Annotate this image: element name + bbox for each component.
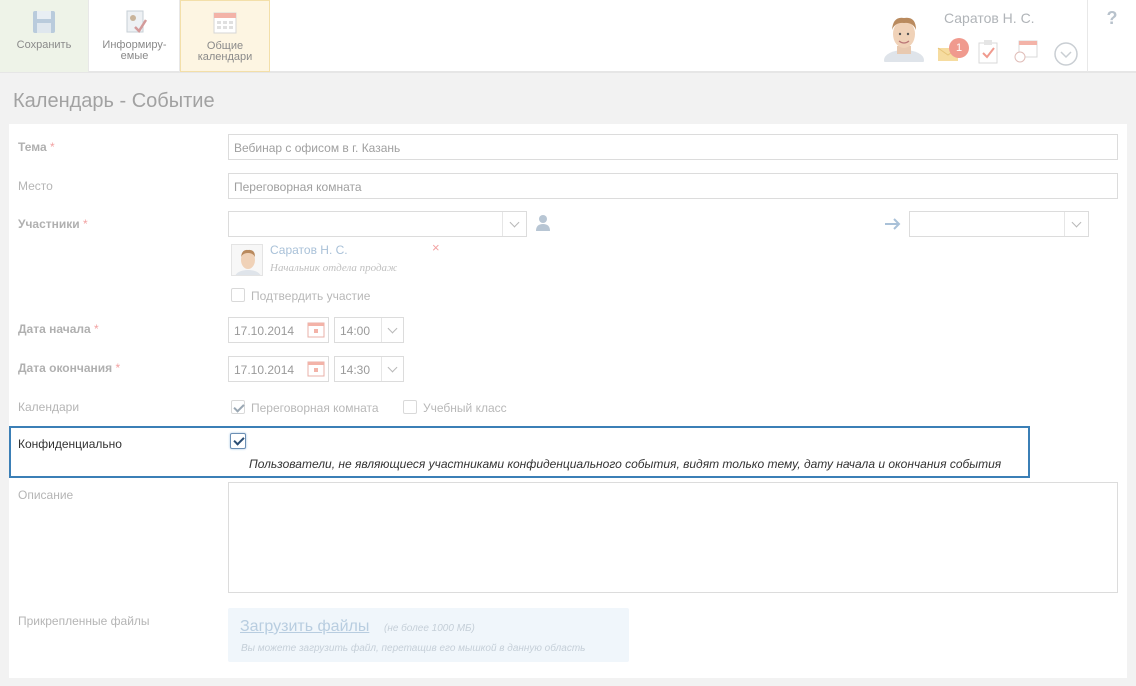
end-date-label: Дата окончания * [18,361,120,375]
user-avatar[interactable] [879,10,929,62]
participants-select[interactable] [228,211,527,237]
start-time-select[interactable]: 14:00 [334,317,404,343]
end-date-label-text: Дата окончания [18,361,113,375]
save-button[interactable]: Сохранить [0,0,89,72]
informed-button[interactable]: Информиру- емые [90,0,180,72]
start-date-input[interactable]: 17.10.2014 [228,317,329,343]
participant-avatar [231,244,263,276]
place-label: Место [18,179,53,193]
start-date-label: Дата начала * [18,322,99,336]
user-name[interactable]: Саратов Н. С. [944,10,1035,26]
required-mark: * [83,217,88,231]
participants-label: Участники * [18,217,88,231]
confirm-participation-checkbox[interactable] [231,288,245,302]
person-icon[interactable] [535,214,551,235]
description-textarea[interactable] [228,482,1118,593]
end-time-select[interactable]: 14:30 [334,356,404,382]
help-button[interactable]: ? [1087,0,1136,72]
remove-participant-icon[interactable]: × [432,240,440,255]
upload-hint: Вы можете загрузить файл, перетащив его … [241,643,586,654]
calendar-icon[interactable] [304,318,328,342]
start-date-value: 17.10.2014 [234,324,295,338]
calendar-icon[interactable] [304,357,328,381]
participants-label-text: Участники [18,217,80,231]
required-mark: * [49,140,55,154]
end-date-value: 17.10.2014 [234,363,295,377]
calendar-classroom-label: Учебный класс [423,401,507,415]
shared-calendars-label-line2: календари [197,51,253,63]
calendar-icon [213,12,237,34]
description-label: Описание [18,488,74,502]
informed-label-line2: емые [120,50,149,62]
task-check-icon[interactable] [977,38,999,67]
chevron-down-icon[interactable] [381,318,403,342]
user-quick-icons: 1 [937,38,1087,70]
participant-role: Начальник отдела продаж [270,262,398,274]
confirm-participation-label: Подтвердить участие [251,289,371,303]
place-input[interactable]: Переговорная комната [228,173,1118,199]
event-form-card [9,124,1127,678]
end-date-input[interactable]: 17.10.2014 [228,356,329,382]
notification-badge: 1 [949,38,969,58]
required-mark: * [115,361,121,375]
arrow-right-icon[interactable] [884,216,902,235]
subject-label: Тема * [18,140,55,154]
chevron-down-icon[interactable] [1064,212,1088,236]
document-check-icon [126,10,147,33]
confidential-note: Пользователи, не являющиеся участниками … [249,457,1002,471]
upload-files-link[interactable]: Загрузить файлы [240,618,369,636]
calendar-meeting-room-checkbox[interactable] [231,400,245,414]
calendar-classroom-checkbox[interactable] [403,400,417,414]
calendar-meeting-room-label: Переговорная комната [251,401,379,415]
help-icon: ? [1106,8,1118,28]
top-toolbar: Сохранить Информиру- емые Общие календар… [0,0,1136,73]
page-title: Календарь - Событие [13,90,215,112]
end-time-value: 14:30 [340,363,371,377]
chevron-down-circle-icon[interactable] [1053,41,1079,70]
subject-label-text: Тема [18,140,47,154]
participants-group-select[interactable] [909,211,1089,237]
confidential-label: Конфиденциально [18,437,122,451]
start-date-label-text: Дата начала [18,322,91,336]
upload-size-limit: (не более 1000 МБ) [384,623,475,634]
mail-icon[interactable]: 1 [937,38,969,65]
chevron-down-icon[interactable] [502,212,526,236]
shared-calendars-button[interactable]: Общие календари [180,0,270,72]
save-button-label: Сохранить [16,39,72,51]
confidential-checkbox[interactable] [230,433,246,449]
calendar-clock-icon[interactable] [1013,38,1039,67]
floppy-disk-icon [33,11,55,33]
calendars-label: Календари [18,400,80,414]
file-drop-zone[interactable]: Загрузить файлы (не более 1000 МБ) Вы мо… [228,608,629,662]
required-mark: * [94,322,99,336]
start-time-value: 14:00 [340,324,371,338]
participant-name-link[interactable]: Саратов Н. С. [270,243,348,257]
chevron-down-icon[interactable] [381,357,403,381]
attachments-label: Прикрепленные файлы [18,614,150,628]
subject-input[interactable]: Вебинар с офисом в г. Казань [228,134,1118,160]
